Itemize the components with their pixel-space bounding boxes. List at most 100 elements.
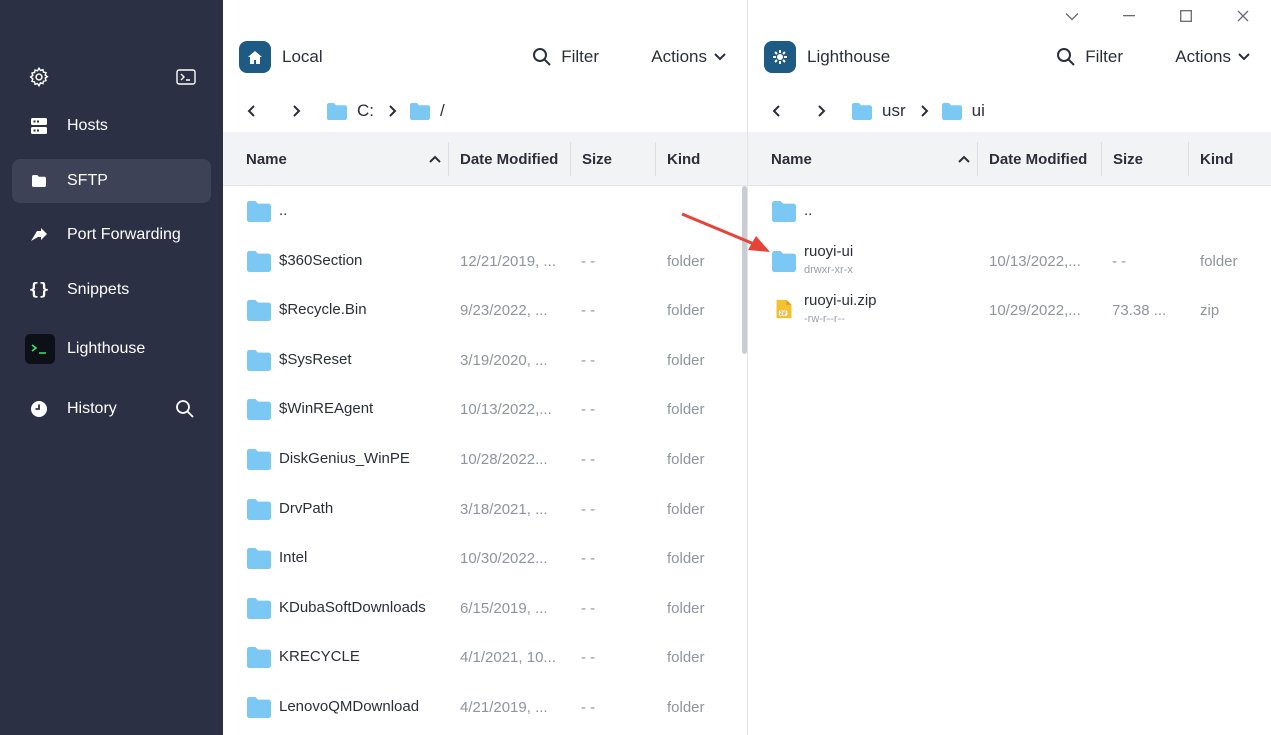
file-name: $360Section: [279, 251, 363, 269]
breadcrumb-item[interactable]: /: [440, 101, 445, 121]
sidebar-item-hosts[interactable]: Hosts: [12, 104, 211, 148]
table-row[interactable]: ZIP ruoyi-ui.zip -rw-r--r-- 10/29/2022,... 7…: [748, 287, 1271, 335]
file-kind: folder: [667, 351, 705, 369]
column-header-name[interactable]: Name: [246, 132, 287, 186]
folder-icon: [247, 498, 271, 520]
chevron-right-icon: [920, 105, 929, 117]
column-divider[interactable]: [570, 142, 571, 176]
column-header-kind[interactable]: Kind: [667, 132, 700, 186]
column-divider[interactable]: [448, 142, 449, 176]
file-kind: folder: [667, 500, 705, 518]
table-row[interactable]: Intel 10/30/2022... - - folder: [223, 535, 747, 583]
table-row[interactable]: ..: [223, 188, 747, 236]
breadcrumb-item[interactable]: C:: [357, 101, 374, 121]
table-row[interactable]: ruoyi-ui drwxr-xr-x 10/13/2022,... - - folde…: [748, 238, 1271, 286]
folder-icon: [247, 647, 271, 669]
actions-dropdown[interactable]: Actions: [1175, 47, 1251, 67]
column-header-kind[interactable]: Kind: [1200, 132, 1233, 186]
terminal-prompt-icon: [25, 334, 55, 364]
file-kind: folder: [667, 451, 705, 468]
file-size: - -: [581, 451, 596, 468]
actions-dropdown[interactable]: Actions: [651, 47, 727, 67]
date-modified: 10/13/2022,...: [989, 252, 1081, 270]
sidebar-item-label: SFTP: [67, 172, 108, 189]
file-kind: folder: [1200, 252, 1238, 270]
breadcrumb: usr ui: [770, 98, 985, 124]
file-size: - -: [1112, 252, 1127, 270]
column-header-size[interactable]: Size: [582, 132, 612, 186]
search-icon: [1057, 48, 1075, 66]
local-panel: Local Filter Actions C: / Name Date Modi…: [223, 0, 747, 735]
table-row[interactable]: $360Section 12/21/2019, ... - - folder: [223, 238, 747, 286]
file-size: 73.38 ...: [1112, 302, 1167, 320]
table-row[interactable]: $Recycle.Bin 9/23/2022, ... - - folder: [223, 287, 747, 335]
sidebar-item-port-forwarding[interactable]: Port Forwarding: [12, 213, 211, 257]
close-icon: [1237, 10, 1248, 22]
date-modified: 9/23/2022, ...: [460, 302, 548, 320]
breadcrumb-item[interactable]: usr: [882, 101, 906, 121]
file-size: - -: [581, 351, 596, 369]
back-arrow-icon[interactable]: [245, 104, 259, 118]
maximize-button[interactable]: [1157, 4, 1214, 28]
sidebar-item-snippets[interactable]: {} Snippets: [12, 268, 211, 312]
host-name: Local: [282, 47, 323, 66]
table-row[interactable]: LenovoQMDownload 4/21/2019, ... - - folder: [223, 684, 747, 732]
search-icon: [533, 48, 551, 66]
braces-icon: {}: [28, 280, 50, 300]
sidebar-item-lighthouse[interactable]: Lighthouse: [12, 327, 211, 371]
annotation-arrow-icon: [681, 212, 770, 252]
column-header-name[interactable]: Name: [771, 132, 812, 186]
sort-ascending-icon[interactable]: [428, 154, 442, 164]
date-modified: 10/29/2022,...: [989, 302, 1081, 320]
back-arrow-icon[interactable]: [770, 104, 784, 118]
column-divider[interactable]: [655, 142, 656, 176]
file-size: - -: [581, 699, 596, 716]
search-icon[interactable]: [175, 399, 195, 419]
filter-button[interactable]: Filter: [1056, 47, 1123, 67]
table-header: Name Date Modified Size Kind: [748, 132, 1271, 186]
table-row[interactable]: DrvPath 3/18/2021, ... - - folder: [223, 486, 747, 534]
svg-text:ZIP: ZIP: [780, 311, 787, 316]
sidebar-top-controls: [28, 66, 198, 92]
chevron-down-icon: [1065, 12, 1078, 20]
table-row[interactable]: $WinREAgent 10/13/2022,... - - folder: [223, 386, 747, 434]
minimize-button[interactable]: [1100, 4, 1157, 28]
sidebar: Hosts SFTP Port Forwarding {} Snippets L…: [0, 0, 223, 735]
file-size: - -: [581, 252, 596, 270]
terminal-icon[interactable]: [176, 69, 196, 85]
column-header-date[interactable]: Date Modified: [460, 132, 558, 186]
table-row[interactable]: KRECYCLE 4/1/2021, 10... - - folder: [223, 634, 747, 682]
filter-button[interactable]: Filter: [532, 47, 599, 67]
file-name: ruoyi-ui: [804, 242, 854, 260]
column-header-date[interactable]: Date Modified: [989, 132, 1087, 186]
close-button[interactable]: [1214, 4, 1271, 28]
file-kind: folder: [667, 649, 705, 667]
column-header-size[interactable]: Size: [1113, 132, 1143, 186]
maximize-icon: [1179, 10, 1192, 22]
zip-file-icon: ZIP: [774, 297, 798, 319]
sidebar-item-history[interactable]: History: [12, 387, 211, 431]
table-row[interactable]: DiskGenius_WinPE 10/28/2022... - - folder: [223, 436, 747, 484]
folder-icon: [247, 250, 271, 272]
column-divider[interactable]: [1101, 142, 1102, 176]
table-row[interactable]: KDubaSoftDownloads 6/15/2019, ... - - folde…: [223, 585, 747, 633]
file-name: $SysReset: [279, 350, 352, 368]
column-divider[interactable]: [977, 142, 978, 176]
forward-arrow-icon[interactable]: [289, 104, 303, 118]
file-permissions: drwxr-xr-x: [804, 263, 853, 276]
table-row[interactable]: $SysReset 3/19/2020, ... - - folder: [223, 337, 747, 385]
breadcrumb-item[interactable]: ui: [972, 101, 985, 121]
forward-arrow-icon[interactable]: [814, 104, 828, 118]
chevron-down-icon: [714, 53, 726, 61]
column-divider[interactable]: [1188, 142, 1189, 176]
forward-icon: [28, 224, 50, 246]
file-name: $WinREAgent: [279, 400, 374, 418]
gear-icon[interactable]: [28, 66, 50, 88]
chevron-right-icon: [389, 105, 397, 117]
sort-ascending-icon[interactable]: [957, 154, 971, 164]
table-row[interactable]: ..: [748, 188, 1271, 236]
date-modified: 3/18/2021, ...: [460, 500, 548, 518]
collapse-button[interactable]: [1043, 4, 1100, 28]
file-name: DiskGenius_WinPE: [279, 450, 410, 467]
sidebar-item-sftp[interactable]: SFTP: [12, 159, 211, 203]
